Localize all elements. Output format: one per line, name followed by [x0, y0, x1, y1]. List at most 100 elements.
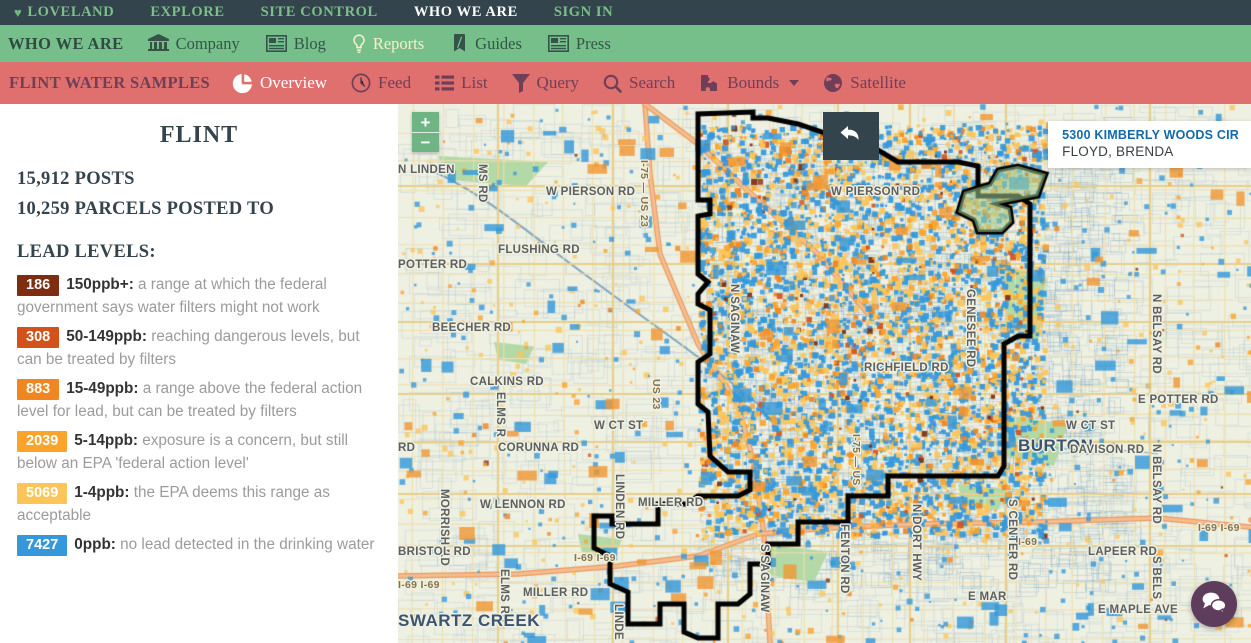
map-road-label: N SAGINAW [728, 284, 740, 353]
bank-icon [148, 34, 169, 53]
tab-search[interactable]: Search [603, 73, 675, 93]
tab-label: List [461, 73, 487, 93]
map-road-label: DAVISON RD [1070, 444, 1144, 456]
lead-level-range: 1-4ppb: [74, 484, 129, 501]
map-road-label: W CT ST [1066, 420, 1115, 432]
newspaper-icon [548, 35, 569, 52]
list-icon [435, 75, 454, 92]
puzzle-piece-icon [699, 74, 720, 93]
map-canvas[interactable] [398, 104, 1251, 643]
map-road-label: I-75 — US [850, 434, 862, 486]
lightbulb-icon [352, 34, 366, 54]
map-road-label: N BELSAY RD [1150, 444, 1162, 524]
content-area: FLINT 15,912 POSTS 10,259 PARCELS POSTED… [0, 104, 1251, 643]
map-road-label: W LENNON RD [480, 499, 566, 511]
nav-who-we-are[interactable]: WHO WE ARE [414, 4, 534, 21]
lead-level-row[interactable]: 7427 0ppb: no lead detected in the drinki… [17, 534, 381, 557]
chat-widget-button[interactable] [1191, 581, 1237, 627]
lead-level-row[interactable]: 186150ppb+: a range at which the federal… [17, 274, 381, 319]
map-road-label: LAPEER RD [1088, 546, 1157, 558]
lead-level-row[interactable]: 88315-49ppb: a range above the federal a… [17, 378, 381, 423]
map-road-label: I-69 I-69 [574, 552, 616, 564]
lead-level-count-badge: 7427 [17, 535, 67, 556]
clock-icon [351, 73, 371, 93]
tab-overview[interactable]: Overview [232, 73, 327, 94]
funnel-icon [512, 74, 530, 93]
nav-site-control[interactable]: SITE CONTROL [261, 4, 394, 21]
map-road-label: US 23 [650, 379, 662, 410]
lead-level-row[interactable]: 20395-14ppb: exposure is a concern, but … [17, 430, 381, 475]
map-road-label: LINDEN RD [613, 474, 625, 539]
map-road-label: N BELSAY RD [1150, 294, 1162, 374]
lead-levels-heading: LEAD LEVELS: [17, 242, 381, 263]
tab-query[interactable]: Query [512, 73, 579, 93]
subnav-item-guides[interactable]: Guides [450, 34, 522, 54]
map-road-label: FENTON RD [838, 524, 850, 594]
tab-bounds[interactable]: Bounds [699, 73, 799, 93]
section-navbar: WHO WE ARE Company Blog Reports Guides [0, 25, 1251, 62]
zoom-in-button[interactable]: + [412, 112, 439, 132]
map-viewport[interactable]: MS RDW PIERSON RDW PIERSON RDFLUSHING RD… [398, 104, 1251, 643]
nav-sign-in-label: SIGN IN [554, 4, 613, 21]
nav-explore[interactable]: EXPLORE [150, 4, 240, 21]
tab-label: Search [629, 73, 675, 93]
nav-sign-in[interactable]: SIGN IN [554, 4, 629, 21]
map-road-label: W CT ST [594, 420, 643, 432]
subnav-item-blog[interactable]: Blog [266, 34, 326, 54]
map-road-label: ELMS R [494, 392, 506, 437]
parcel-count: 10,259 PARCELS POSTED TO [17, 199, 381, 220]
lead-level-row[interactable]: 30850-149ppb: reaching dangerous levels,… [17, 326, 381, 371]
tooltip-address: 5300 KIMBERLY WOODS CIR [1062, 128, 1239, 142]
lead-level-range: 50-149ppb: [66, 328, 147, 345]
nav-loveland-label: LOVELAND [27, 4, 114, 21]
undo-arrow-icon [838, 123, 864, 150]
nav-loveland[interactable]: ♥ LOVELAND [14, 4, 130, 21]
lead-level-count-badge: 5069 [17, 483, 67, 504]
tab-satellite[interactable]: Satellite [823, 73, 906, 93]
map-road-label: I-69 [1018, 536, 1037, 548]
map-road-label: RICHFIELD RD [864, 362, 949, 374]
map-road-label: POTTER RD [398, 259, 467, 271]
map-undo-button[interactable] [823, 112, 879, 160]
map-road-label: E MAR [968, 591, 1007, 603]
global-navbar: ♥ LOVELAND EXPLORE SITE CONTROL WHO WE A… [0, 0, 1251, 25]
lead-level-count-badge: 308 [17, 327, 59, 348]
lead-level-description: no lead detected in the drinking water [116, 536, 375, 553]
lead-level-count-badge: 2039 [17, 431, 67, 452]
map-road-label: I-75 — US 23 [638, 160, 650, 227]
tab-list[interactable]: List [435, 73, 487, 93]
subnav-label: Blog [294, 34, 326, 54]
lead-level-row[interactable]: 50691-4ppb: the EPA deems this range as … [17, 482, 381, 527]
tab-feed[interactable]: Feed [351, 73, 411, 93]
map-zoom-controls[interactable]: + − [412, 112, 439, 152]
map-road-label: CALKINS RD [470, 376, 544, 388]
lead-level-range: 0ppb: [74, 536, 116, 553]
subnav-item-press[interactable]: Press [548, 34, 611, 54]
pie-chart-icon [232, 73, 253, 94]
map-road-label: BRISTOL RD [398, 546, 471, 558]
tab-label: Satellite [850, 73, 906, 93]
tab-label: Bounds [727, 73, 779, 93]
subnav-item-company[interactable]: Company [148, 34, 240, 54]
map-road-label: MILLER RD [638, 497, 703, 509]
map-road-label: I-69 I-69 [1198, 522, 1240, 534]
map-road-label: SWARTZ CREEK [398, 611, 540, 631]
map-road-label: MILLER RD [523, 587, 588, 599]
map-road-label: FLUSHING RD [498, 244, 580, 256]
dataset-navbar: FLINT WATER SAMPLES Overview Feed List Q… [0, 62, 1251, 104]
subnav-label: Guides [475, 34, 522, 54]
map-road-label: S BELS [1150, 556, 1162, 599]
lead-levels-list: 186150ppb+: a range at which the federal… [17, 274, 381, 557]
zoom-out-button[interactable]: − [412, 132, 439, 152]
map-road-label: N DORT HWY [910, 504, 922, 581]
section-navbar-title: WHO WE ARE [8, 34, 124, 54]
chevron-down-icon [789, 80, 799, 86]
dataset-title: FLINT WATER SAMPLES [9, 73, 210, 93]
map-road-label: BEECHER RD [432, 322, 511, 334]
map-road-label: W PIERSON RD [831, 186, 920, 198]
subnav-item-reports[interactable]: Reports [352, 34, 424, 54]
app-root: ♥ LOVELAND EXPLORE SITE CONTROL WHO WE A… [0, 0, 1251, 643]
lead-level-range: 150ppb+: [66, 276, 134, 293]
magnifier-icon [603, 74, 622, 93]
map-road-label: E MAPLE AVE [1098, 604, 1178, 616]
